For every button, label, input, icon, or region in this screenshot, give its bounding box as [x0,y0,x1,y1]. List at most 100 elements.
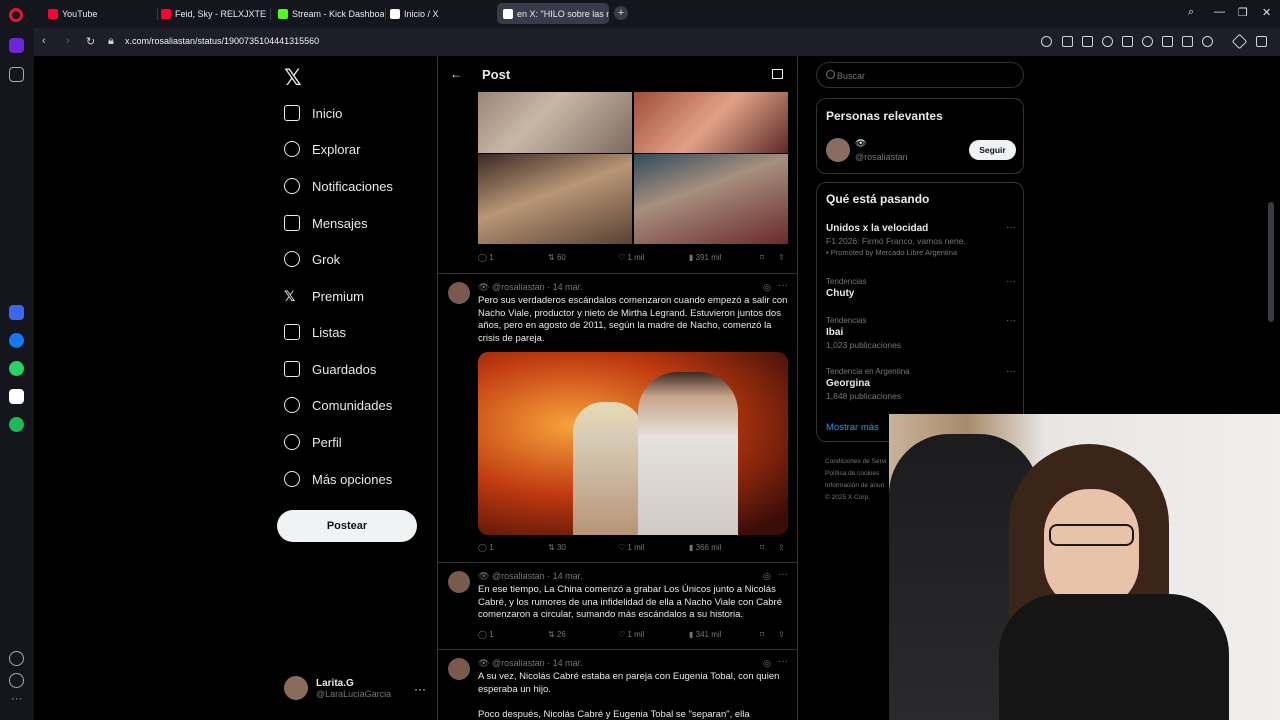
reload-icon[interactable]: ↻ [86,35,95,48]
like-button[interactable]: ♡ 1 mil [618,253,644,262]
camera-icon[interactable] [1082,36,1093,47]
gallery-image[interactable] [478,154,632,244]
spotify-icon[interactable] [9,417,24,432]
more-icon[interactable]: ··· [1006,315,1016,326]
trend-item[interactable]: Tendencias Ibai 1,023 publicaciones ··· [826,315,1016,351]
more-icon[interactable]: ··· [778,280,788,291]
avatar[interactable] [448,282,470,304]
account-more-icon[interactable]: ··· [414,682,426,696]
grok-icon[interactable]: ◎ [763,282,771,293]
views-count[interactable]: ▮ 341 mil [689,630,721,639]
nav-grok[interactable]: Grok [284,247,340,271]
gallery-image[interactable] [634,92,788,153]
show-more-link[interactable]: Mostrar más [826,422,879,433]
retweet-button[interactable]: ⇅ 60 [548,253,566,262]
shield-icon[interactable] [1102,36,1113,47]
x-icon[interactable] [9,389,24,404]
gallery-image[interactable] [478,92,632,153]
share-icon[interactable]: ⇪ [778,253,785,262]
bookmark-icon[interactable]: ⌑ [760,630,764,639]
whatsapp-icon[interactable] [9,361,24,376]
new-tab-button[interactable]: + [614,6,628,20]
zoom-icon[interactable] [1041,36,1052,47]
star-icon[interactable] [9,67,24,82]
grok-icon[interactable]: ◎ [763,658,771,669]
reply-button[interactable]: ◯ 1 [478,253,494,262]
profile-icon[interactable] [1202,36,1213,47]
relevant-handle[interactable]: @rosaliastan [855,152,908,162]
messenger-icon[interactable] [9,333,24,348]
tab-kick-dashboard[interactable]: Stream - Kick Dashboard [272,3,384,24]
tab-youtube[interactable]: YouTube [42,3,154,24]
aria-icon[interactable] [9,305,24,320]
x-logo-icon[interactable]: 𝕏 [284,65,302,91]
trend-item[interactable]: Tendencia en Argentina Georgina 1,848 pu… [826,366,1016,402]
nav-premium[interactable]: 𝕏 Premium [284,284,364,308]
history-icon[interactable] [9,673,24,688]
back-arrow-icon[interactable]: ← [450,67,462,81]
trend-item[interactable]: Tendencias Chuty ··· [826,276,1016,300]
views-count[interactable]: ▮ 366 mil [689,543,721,552]
avatar[interactable] [448,571,470,593]
share-icon[interactable]: ⇪ [778,630,785,639]
home-icon[interactable] [9,38,24,53]
nav-home[interactable]: Inicio [284,101,342,125]
bookmark-icon[interactable]: ⌑ [760,543,764,552]
reader-mode-icon[interactable] [772,69,783,79]
relevant-name[interactable]: 👁 [855,138,866,149]
more-icon[interactable]: ··· [9,694,24,710]
reply-button[interactable]: ◯ 1 [478,630,494,639]
send-icon[interactable] [1122,36,1133,47]
nav-messages[interactable]: Mensajes [284,211,368,235]
url-field[interactable]: x.com/rosaliastan/status/190073510444131… [125,36,319,46]
views-count[interactable]: ▮ 391 mil [689,253,721,262]
share-icon[interactable]: ⇪ [778,543,785,552]
tab-feid-video[interactable]: Feid, Sky - RELXJXTE - Yo [155,3,267,24]
box-icon[interactable] [1256,36,1267,47]
avatar[interactable] [826,138,850,162]
avatar[interactable] [448,658,470,680]
more-icon[interactable]: ··· [1006,366,1016,377]
back-icon[interactable]: ‹ [42,35,46,47]
opera-logo-icon[interactable] [9,8,23,22]
nav-explore[interactable]: Explorar [284,137,360,161]
more-icon[interactable]: ··· [1006,276,1016,287]
account-switcher[interactable]: Larita.G @LaraLuciaGarcia [284,676,391,700]
restore-icon[interactable]: ❐ [1238,6,1248,19]
extension-icon[interactable] [1231,33,1248,50]
tab-x-home[interactable]: Inicio / X [384,3,496,24]
reply-button[interactable]: ◯ 1 [478,543,494,552]
heart-icon[interactable] [9,651,24,666]
menu-icon[interactable] [1182,36,1193,47]
grok-icon[interactable]: ◎ [763,571,771,582]
edit-icon[interactable] [1062,36,1073,47]
follow-button[interactable]: Seguir [969,140,1016,160]
minimize-icon[interactable]: — [1214,6,1225,18]
nav-more-options[interactable]: Más opciones [284,467,392,491]
search-tabs-icon[interactable]: ⌕ [1188,6,1194,19]
heart-icon[interactable] [1142,36,1153,47]
nav-bookmarks[interactable]: Guardados [284,357,376,381]
gallery-image[interactable] [634,154,788,244]
tweet-image[interactable] [478,352,788,535]
retweet-button[interactable]: ⇅ 26 [548,630,566,639]
more-icon[interactable]: ··· [1006,222,1016,233]
forward-icon[interactable]: › [66,35,70,47]
page-scrollbar[interactable] [1268,202,1274,322]
nav-communities[interactable]: Comunidades [284,393,392,417]
nav-lists[interactable]: Listas [284,320,346,344]
trend-item[interactable]: Unidos x la velocidad F1 2026: Firmó Fra… [826,222,1016,259]
post-button[interactable]: Postear [277,510,417,542]
bookmark-icon[interactable]: ⌑ [760,253,764,262]
search-input[interactable]: Buscar [816,62,1024,88]
close-icon[interactable]: ✕ [1262,6,1271,19]
nav-notifications[interactable]: Notificaciones [284,174,393,198]
like-button[interactable]: ♡ 1 mil [618,543,644,552]
tab-x-thread[interactable]: en X: "HILO sobre las n [497,3,609,24]
nav-profile[interactable]: Perfil [284,430,342,454]
retweet-button[interactable]: ⇅ 30 [548,543,566,552]
like-button[interactable]: ♡ 1 mil [618,630,644,639]
download-icon[interactable] [1162,36,1173,47]
more-icon[interactable]: ··· [778,569,788,580]
more-icon[interactable]: ··· [778,656,788,667]
